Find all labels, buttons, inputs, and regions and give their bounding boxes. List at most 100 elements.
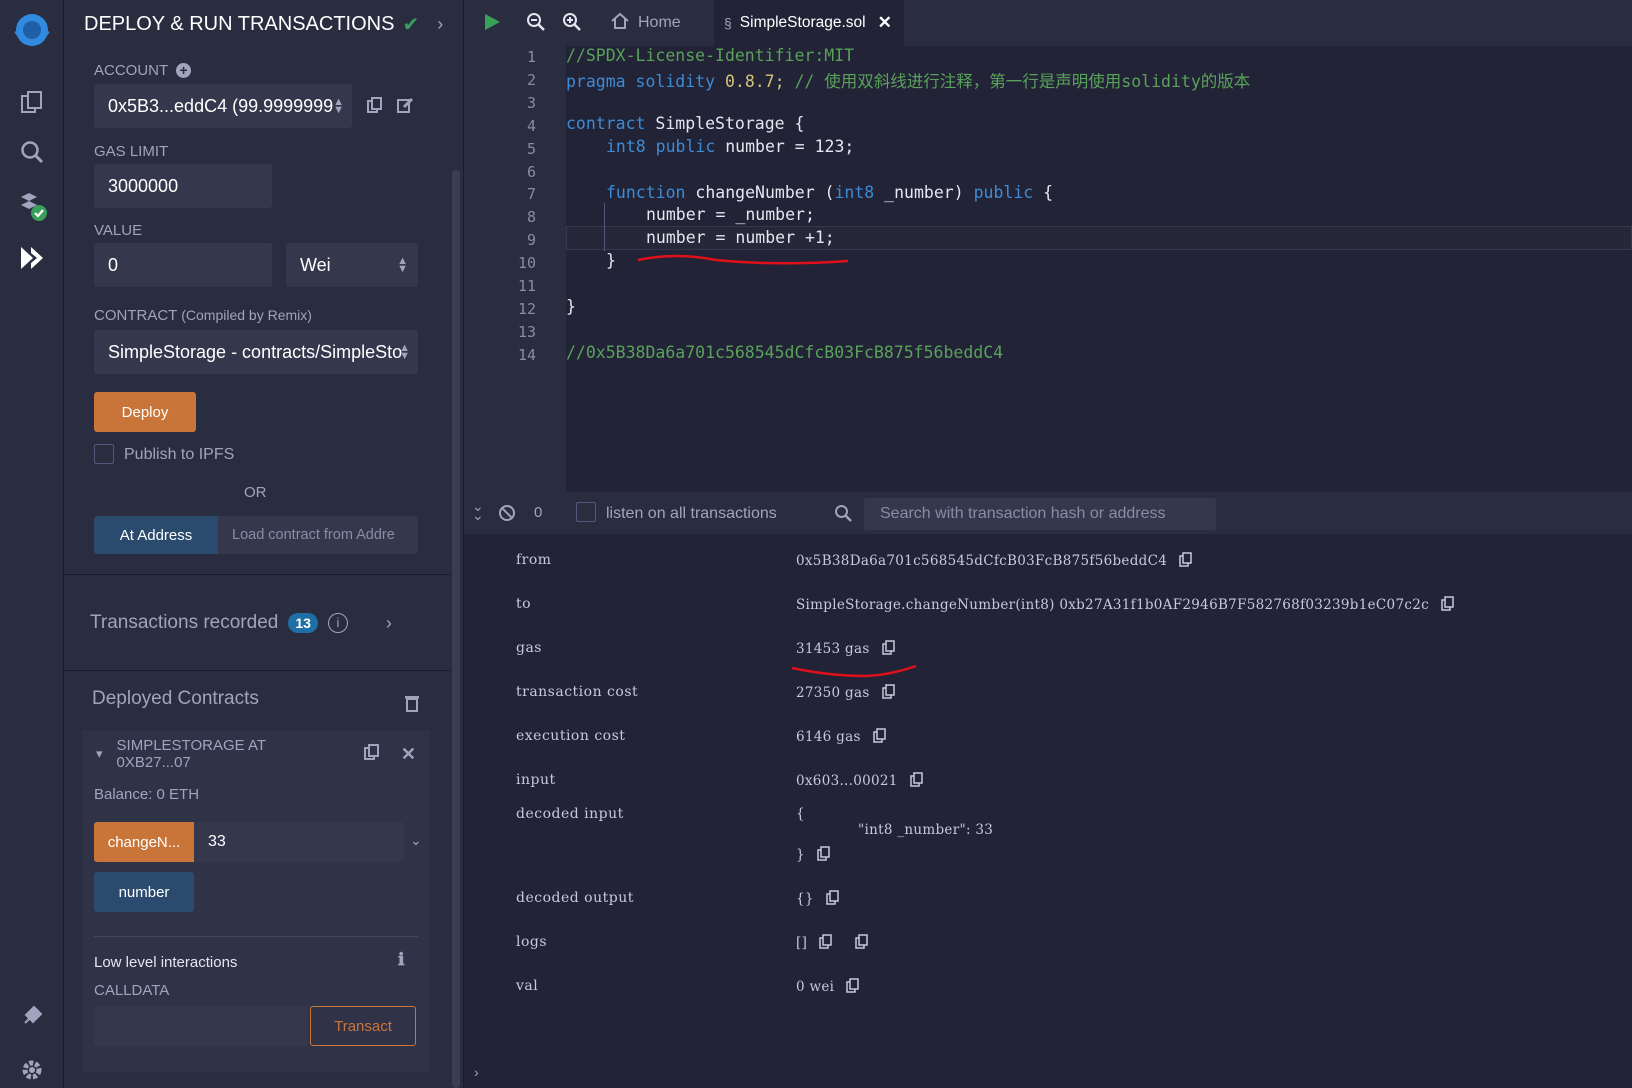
transact-button[interactable]: Transact (310, 1006, 416, 1046)
line-number: 5 (526, 139, 536, 158)
line-number: 3 (526, 93, 536, 112)
settings-gear-icon[interactable] (12, 1050, 52, 1088)
panel-scrollbar[interactable] (450, 0, 464, 1088)
tab-simplestorage[interactable]: § SimpleStorage.sol ✕ (714, 0, 904, 46)
tx-from-value: 0x5B38Da6a701c568545dCfcB03FcB875f56bedd… (796, 552, 1193, 571)
copy-icon[interactable] (881, 640, 896, 659)
tx-to-value: SimpleStorage.changeNumber(int8) 0xb27A3… (796, 596, 1455, 615)
value-input[interactable]: 0 (94, 243, 272, 287)
plugin-manager-icon[interactable] (12, 996, 52, 1036)
publish-ipfs-checkbox[interactable] (94, 444, 114, 464)
copy-icon[interactable] (819, 934, 833, 953)
clear-terminal-icon[interactable] (498, 504, 516, 527)
red-underline-annotation (791, 664, 917, 678)
line-number: 8 (526, 208, 536, 227)
balance-label: Balance: 0 ETH (94, 786, 200, 803)
copy-icon[interactable] (1179, 552, 1193, 571)
transactions-recorded-row[interactable]: Transactions recorded 13 i › (90, 608, 430, 638)
copy-icon[interactable] (817, 846, 831, 865)
line-number: 10 (517, 254, 536, 273)
terminal-prompt-icon: › (474, 1064, 479, 1080)
chevron-down-icon[interactable]: ⌄ (410, 832, 422, 849)
copy-account-icon[interactable] (366, 96, 384, 119)
search-icon (834, 504, 852, 527)
code-line-8: number = _number; (646, 205, 815, 224)
deploy-run-icon[interactable] (12, 238, 52, 278)
code-line-4: contract SimpleStorage { (566, 114, 805, 133)
collapse-terminal-icon[interactable]: ⌄ ⌄ (472, 499, 484, 522)
remix-logo-icon[interactable] (8, 8, 56, 56)
tx-to-key: to (516, 596, 532, 612)
account-select[interactable]: 0x5B3...eddC4 (99.9999999 ▲ ▼ (94, 84, 352, 128)
listen-all-checkbox[interactable] (576, 502, 596, 522)
run-icon[interactable] (482, 12, 502, 37)
publish-ipfs-label: Publish to IPFS (124, 446, 235, 463)
listen-all-label: listen on all transactions (606, 505, 777, 522)
tx-val-value: 0 wei (796, 978, 860, 997)
search-icon[interactable] (12, 132, 52, 172)
tx-transaction-cost-key: transaction cost (516, 684, 639, 700)
tx-execution-cost-key: execution cost (516, 728, 626, 744)
transaction-search-input[interactable]: Search with transaction hash or address (864, 498, 1216, 530)
copy-icon[interactable] (846, 978, 860, 997)
at-address-button[interactable]: At Address (94, 516, 218, 554)
change-number-input[interactable]: 33 (194, 822, 404, 862)
tab-file-label: SimpleStorage.sol (739, 14, 866, 31)
copy-icon[interactable] (881, 684, 896, 703)
terminal-toolbar: ⌄ ⌄ 0 listen on all transactions Search w… (464, 492, 1632, 534)
contract-select[interactable]: SimpleStorage - contracts/SimpleSto ▲ ▼ (94, 330, 418, 374)
code-editor[interactable]: 1 2 3 4 5 6 7 8 9 10 11 12 13 14 //SPDX-License-Ident… (464, 46, 1632, 492)
chevron-down-icon[interactable]: ▾ (96, 746, 103, 762)
red-underline-annotation (637, 254, 849, 265)
tx-input-key: input (516, 772, 556, 788)
gas-limit-input[interactable]: 3000000 (94, 164, 272, 208)
change-number-button[interactable]: changeN... (94, 822, 194, 862)
terminal-output[interactable]: from 0x5B38Da6a701c568545dCfcB03FcB875f5… (464, 534, 1632, 1088)
value-unit-select[interactable]: Wei ▲ ▼ (286, 243, 418, 287)
copy-icon[interactable] (872, 728, 887, 747)
copy-address-icon[interactable] (363, 743, 381, 765)
info-icon[interactable]: i (327, 613, 348, 633)
edit-account-icon[interactable] (396, 96, 414, 119)
number-button[interactable]: number (94, 872, 194, 912)
divider (64, 670, 450, 671)
copy-icon[interactable] (1441, 596, 1455, 615)
compiler-icon[interactable] (12, 186, 52, 226)
contract-label: CONTRACT (Compiled by Remix) (94, 307, 312, 324)
chevron-right-icon[interactable]: › (386, 613, 392, 634)
file-explorer-icon[interactable] (12, 82, 52, 122)
gas-limit-label: GAS LIMIT (94, 143, 169, 160)
or-label: OR (244, 484, 267, 501)
line-number: 7 (526, 185, 536, 204)
transactions-recorded-label: Transactions recorded (90, 612, 279, 633)
solidity-file-icon: § (724, 15, 732, 31)
copy-icon[interactable] (826, 890, 840, 909)
info-icon[interactable]: ℹ (398, 950, 404, 970)
calldata-input[interactable] (94, 1006, 308, 1046)
close-tab-icon[interactable]: ✕ (878, 13, 892, 33)
line-number: 9 (526, 231, 536, 250)
code-line-2: pragma solidity 0.8.7; // 使用双斜线进行注释，第一行是… (566, 72, 1251, 91)
tab-home[interactable]: Home (600, 0, 704, 46)
divider (64, 574, 450, 575)
copy-icon[interactable] (909, 772, 924, 791)
zoom-in-icon[interactable] (562, 12, 582, 37)
divider (94, 936, 418, 937)
deploy-button[interactable]: Deploy (94, 392, 196, 432)
chevron-right-icon[interactable]: › (437, 14, 443, 35)
account-value: 0x5B3...eddC4 (99.9999999 (108, 95, 334, 116)
copy-icon[interactable] (855, 934, 869, 953)
instance-header[interactable]: ▾ SIMPLESTORAGE AT 0XB27...07 ✕ (96, 737, 416, 771)
transactions-count-badge: 13 (288, 613, 318, 633)
load-contract-address-input[interactable]: Load contract from Addre (218, 516, 418, 554)
code-line-12: } (566, 297, 576, 316)
line-number: 4 (526, 116, 536, 135)
add-account-icon[interactable]: + (176, 63, 192, 78)
tx-decoded-input-close: } (796, 846, 831, 865)
tx-decoded-output-key: decoded output (516, 890, 634, 906)
close-icon[interactable]: ✕ (401, 744, 416, 765)
zoom-out-icon[interactable] (526, 12, 546, 37)
line-number: 6 (526, 162, 536, 181)
trash-icon[interactable] (404, 694, 420, 717)
tx-decoded-output-value: {} (796, 890, 840, 909)
